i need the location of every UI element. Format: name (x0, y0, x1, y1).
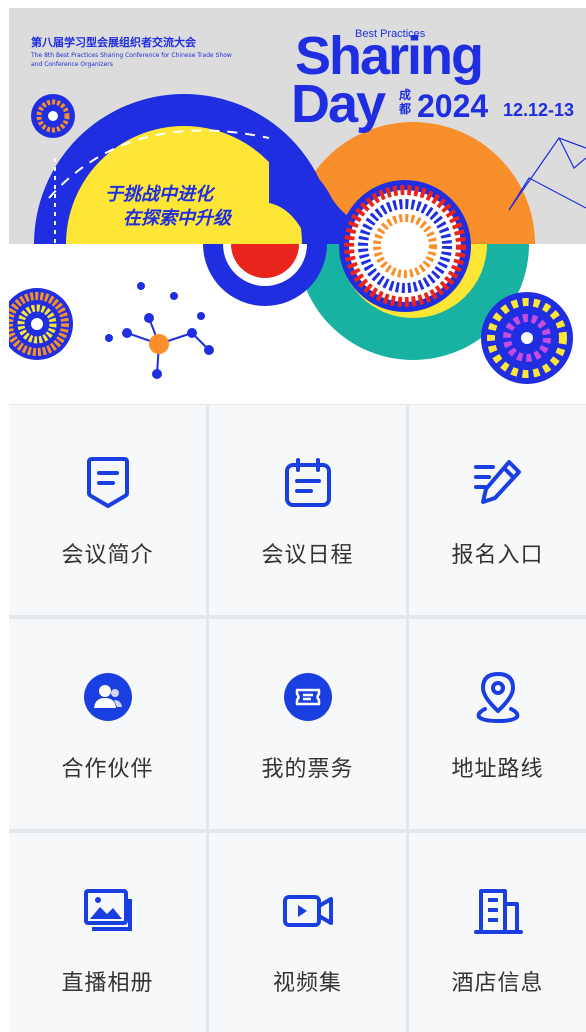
menu-item-label: 酒店信息 (451, 971, 544, 996)
menu-item-label: 地址路线 (451, 757, 544, 782)
menu-item-schedule[interactable]: 会议日程 (209, 405, 406, 615)
hotel-icon (472, 885, 524, 937)
menu-item-label: 报名入口 (451, 543, 544, 568)
menu-item-location[interactable]: 地址路线 (409, 619, 586, 829)
calendar-icon (282, 457, 334, 509)
menu-item-label: 合作伙伴 (61, 757, 154, 782)
document-icon (82, 457, 134, 509)
menu-item-intro[interactable]: 会议简介 (9, 405, 206, 615)
menu-grid: 会议简介 会议日程 报名入口 合作伙伴 我的票务 地址路线 直播相册 视频集 酒… (9, 404, 586, 1032)
banner-edition-en-1: The 8th Best Practices Sharing Conferenc… (31, 52, 232, 59)
signup-pen-icon (472, 457, 524, 509)
menu-item-photos[interactable]: 直播相册 (9, 833, 206, 1032)
conference-banner[interactable]: 第八届学习型会展组织者交流大会 The 8th Best Practices S… (9, 8, 586, 404)
location-icon (472, 671, 524, 723)
partner-icon (82, 671, 134, 723)
menu-item-partners[interactable]: 合作伙伴 (9, 619, 206, 829)
banner-dates: 12.12-13 (503, 100, 575, 120)
banner-brand-line2: Day (291, 74, 386, 134)
menu-item-label: 直播相册 (61, 971, 154, 996)
banner-edition-en-2: and Conference Organizers (31, 61, 113, 68)
menu-item-signup[interactable]: 报名入口 (409, 405, 586, 615)
banner-edition-cn: 第八届学习型会展组织者交流大会 (31, 36, 196, 49)
app-page: 第八届学习型会展组织者交流大会 The 8th Best Practices S… (0, 0, 586, 1032)
banner-slogan-1: 于挑战中进化 (105, 184, 213, 205)
banner-slogan-2: 在探索中升级 (123, 208, 231, 229)
menu-item-tickets[interactable]: 我的票务 (209, 619, 406, 829)
photo-album-icon (82, 885, 134, 937)
banner-year: 2024 (417, 88, 489, 124)
menu-item-label: 视频集 (272, 971, 342, 996)
menu-item-videos[interactable]: 视频集 (209, 833, 406, 1032)
menu-item-label: 会议日程 (261, 543, 354, 568)
banner-city: 成都 (399, 88, 412, 116)
video-icon (282, 885, 334, 937)
ticket-icon (282, 671, 334, 723)
menu-item-label: 会议简介 (61, 543, 154, 568)
menu-item-label: 我的票务 (261, 757, 354, 782)
menu-item-hotel[interactable]: 酒店信息 (409, 833, 586, 1032)
